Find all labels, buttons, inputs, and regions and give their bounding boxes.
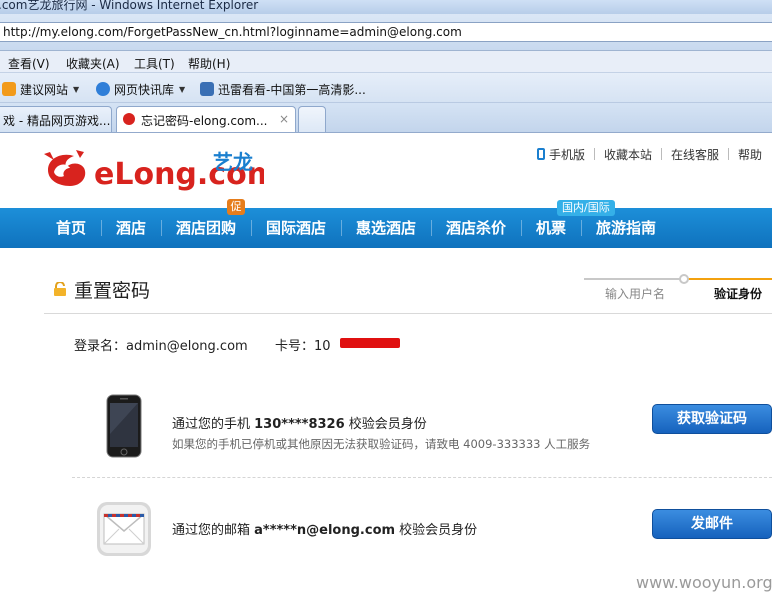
link-divider bbox=[593, 148, 595, 160]
options-divider bbox=[72, 477, 772, 478]
nav-divider bbox=[161, 220, 162, 236]
menu-favorites[interactable]: 收藏夹(A) bbox=[66, 55, 120, 72]
link-divider bbox=[727, 148, 729, 160]
tab-forget-password[interactable]: 忘记密码-elong.com... × bbox=[116, 106, 296, 132]
card-number-value: 10 bbox=[314, 339, 331, 354]
chevron-down-icon: ▼ bbox=[179, 84, 186, 94]
chevron-down-icon: ▼ bbox=[73, 84, 80, 94]
masked-email-address: a*****n@elong.com bbox=[254, 523, 396, 538]
tab-bar: 戏 - 精品网页游戏... 忘记密码-elong.com... × bbox=[0, 103, 772, 133]
new-tab-button[interactable] bbox=[298, 106, 326, 132]
nav-divider bbox=[581, 220, 582, 236]
card-number-label: 卡号： bbox=[275, 339, 315, 354]
phone-help-note: 如果您的手机已停机或其他原因无法获取验证码，请致电 4009-333333 人工… bbox=[172, 437, 591, 451]
link-help[interactable]: 帮助 bbox=[738, 146, 762, 163]
nav-home[interactable]: 首页 bbox=[56, 208, 86, 248]
page-title: 重置密码 bbox=[74, 280, 151, 302]
tab-game[interactable]: 戏 - 精品网页游戏... bbox=[0, 106, 112, 132]
email-verify-text: 通过您的邮箱 a*****n@elong.com 校验会员身份 bbox=[172, 523, 478, 538]
menu-bar: 查看(V) 收藏夹(A) 工具(T) 帮助(H) bbox=[0, 51, 772, 73]
step-verify-identity: 验证身份 bbox=[714, 287, 763, 301]
top-links: 手机版 收藏本站 在线客服 帮助 bbox=[536, 146, 762, 163]
close-icon[interactable]: × bbox=[279, 112, 289, 126]
step-marker bbox=[679, 274, 689, 284]
main-nav: 首页 酒店 酒店团购 国际酒店 惠选酒店 酒店杀价 机票 旅游指南 bbox=[0, 208, 772, 248]
url-field[interactable]: http://my.elong.com/ForgetPassNew_cn.htm… bbox=[0, 22, 772, 42]
lock-icon bbox=[54, 282, 66, 296]
promo-badge: 促 bbox=[227, 199, 245, 215]
mobile-phone-icon bbox=[106, 394, 142, 458]
send-email-button[interactable]: 发邮件 bbox=[652, 509, 772, 539]
section-divider bbox=[44, 313, 772, 314]
favorites-bar: 建议网站 ▼ 网页快讯库 ▼ 迅雷看看-中国第一高清影... bbox=[0, 73, 772, 103]
nav-divider bbox=[521, 220, 522, 236]
watermark: www.wooyun.org bbox=[636, 573, 772, 592]
nav-divider bbox=[251, 220, 252, 236]
link-online-service[interactable]: 在线客服 bbox=[671, 146, 719, 163]
nav-selected-hotel[interactable]: 惠选酒店 bbox=[356, 208, 416, 248]
login-name-label: 登录名： bbox=[74, 339, 127, 354]
nav-divider bbox=[101, 220, 102, 236]
suggested-sites-icon bbox=[2, 82, 16, 96]
favorite-web-slice[interactable]: 网页快讯库 ▼ bbox=[96, 80, 185, 98]
nav-intl-hotel[interactable]: 国际酒店 bbox=[266, 208, 326, 248]
window-title: .com艺龙旅行网 - Windows Internet Explorer bbox=[0, 0, 259, 12]
domestic-intl-badge: 国内/国际 bbox=[557, 200, 615, 216]
favorite-xunlei[interactable]: 迅雷看看-中国第一高清影... bbox=[200, 80, 366, 98]
redaction-mark bbox=[340, 338, 400, 348]
link-mobile[interactable]: 手机版 bbox=[549, 146, 585, 163]
favorite-suggested-sites[interactable]: 建议网站 ▼ bbox=[2, 80, 79, 98]
address-bar: http://my.elong.com/ForgetPassNew_cn.htm… bbox=[0, 14, 772, 51]
phone-verify-text: 通过您的手机 130****8326 校验会员身份 bbox=[172, 417, 427, 432]
login-name-row: 登录名：admin@elong.com bbox=[74, 335, 248, 354]
step-progress-done bbox=[584, 278, 684, 280]
link-divider bbox=[660, 148, 662, 160]
menu-view[interactable]: 查看(V) bbox=[8, 55, 50, 72]
web-slice-icon bbox=[96, 82, 110, 96]
login-name-value: admin@elong.com bbox=[126, 339, 248, 354]
link-bookmark[interactable]: 收藏本站 bbox=[604, 146, 652, 163]
menu-tools[interactable]: 工具(T) bbox=[134, 55, 175, 72]
nav-hotel-bargain[interactable]: 酒店杀价 bbox=[446, 208, 506, 248]
mobile-phone-icon bbox=[536, 148, 545, 160]
logo-chinese: 艺龙 bbox=[213, 150, 253, 174]
nav-divider bbox=[431, 220, 432, 236]
nav-hotel[interactable]: 酒店 bbox=[116, 208, 146, 248]
step-enter-username: 输入用户名 bbox=[605, 287, 666, 301]
menu-help[interactable]: 帮助(H) bbox=[188, 55, 230, 72]
step-progress-current bbox=[684, 278, 772, 280]
window-titlebar: .com艺龙旅行网 - Windows Internet Explorer bbox=[0, 0, 772, 14]
xunlei-icon bbox=[200, 82, 214, 96]
card-number-row: 卡号：10 bbox=[275, 335, 331, 354]
get-code-button[interactable]: 获取验证码 bbox=[652, 404, 772, 434]
mail-icon bbox=[97, 502, 151, 556]
masked-phone-number: 130****8326 bbox=[254, 417, 345, 432]
nav-divider bbox=[341, 220, 342, 236]
elong-favicon-icon bbox=[123, 113, 135, 125]
